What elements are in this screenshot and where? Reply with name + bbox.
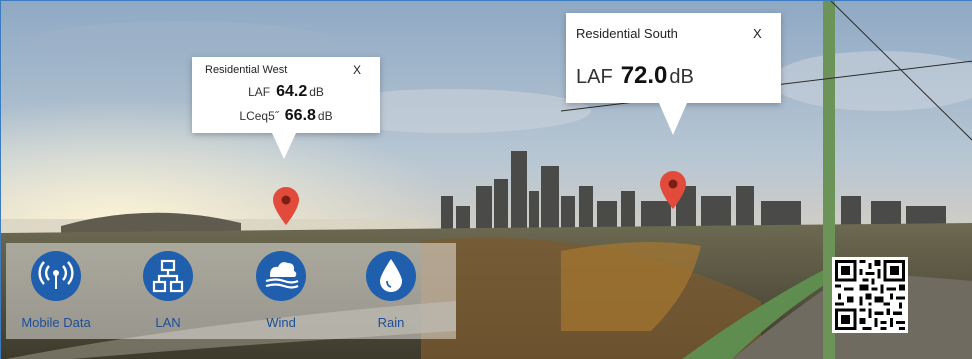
- reading-label: LAF: [576, 66, 613, 88]
- status-item-mobile-data[interactable]: Mobile Data: [6, 251, 106, 337]
- reading-unit: dB: [309, 85, 324, 99]
- status-item-label: LAN: [155, 315, 181, 330]
- status-item-rain[interactable]: Rain: [341, 251, 441, 337]
- reading-lceq5: LCeq5˝ 66.8 dB: [192, 107, 380, 125]
- reading-value: 64.2: [276, 83, 308, 100]
- noise-monitor-map: Residential West X LAF 64.2 dB LCeq5˝ 66.8 d…: [0, 0, 972, 359]
- reading-laf: LAF 72.0 dB: [576, 62, 694, 90]
- popup-pointer: [272, 133, 296, 159]
- lan-icon: [143, 251, 193, 301]
- popup-residential-west: Residential West X LAF 64.2 dB LCeq5˝ 66.8 d…: [192, 57, 380, 159]
- reading-unit: dB: [669, 66, 694, 88]
- reading-value: 66.8: [284, 107, 316, 124]
- reading-label: LCeq5˝: [239, 109, 279, 123]
- status-item-label: Mobile Data: [21, 315, 91, 330]
- wind-icon: [256, 251, 306, 301]
- popup-pointer: [659, 103, 687, 135]
- map-pin-icon[interactable]: [273, 187, 299, 225]
- reading-value: 72.0: [620, 62, 668, 89]
- status-item-wind[interactable]: Wind: [231, 251, 331, 337]
- connectivity-status-panel: Mobile Data LAN Wind Rain: [6, 243, 456, 339]
- reading-label: LAF: [248, 85, 271, 99]
- status-item-label: Wind: [266, 315, 296, 330]
- popup-title: Residential West: [205, 64, 288, 76]
- status-item-label: Rain: [377, 315, 405, 330]
- qr-code-icon[interactable]: [832, 257, 908, 333]
- close-button[interactable]: X: [353, 63, 361, 77]
- reading-unit: dB: [317, 109, 333, 123]
- close-button[interactable]: X: [753, 26, 762, 41]
- rain-icon: [366, 251, 416, 301]
- reading-laf: LAF 64.2 dB: [192, 83, 380, 101]
- status-item-lan[interactable]: LAN: [118, 251, 218, 337]
- popup-title: Residential South: [576, 26, 678, 41]
- mobile-data-icon: [31, 251, 81, 301]
- map-pin-icon[interactable]: [660, 171, 686, 209]
- popup-residential-south: Residential South X LAF 72.0 dB: [566, 13, 781, 135]
